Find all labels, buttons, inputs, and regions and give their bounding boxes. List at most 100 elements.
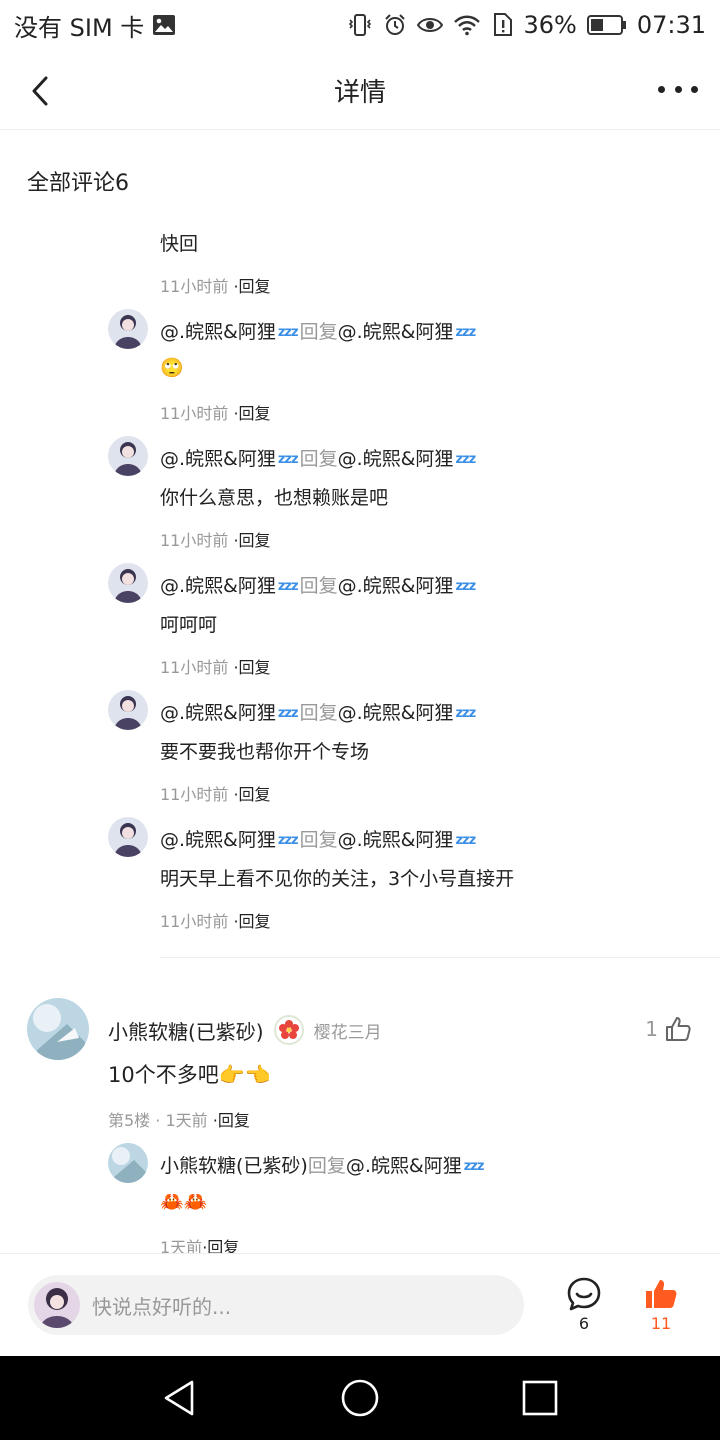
zz-icon: zzz: [455, 706, 476, 721]
avatar[interactable]: [108, 1143, 148, 1183]
reply-user[interactable]: @.皖熙&阿狸: [160, 575, 276, 597]
more-dot-icon: [691, 85, 698, 93]
comment-header: 小熊软糖(已紫砂) 樱花三月: [108, 1015, 382, 1045]
status-bar: 没有 SIM 卡 36% 07:31: [0, 0, 720, 50]
avatar[interactable]: [108, 563, 148, 603]
reply-time: 11小时前: [160, 277, 229, 296]
comment-list[interactable]: 全部评论6 快回 11小时前 ·回复 @.皖熙&阿狸 zzz 回复@.皖熙&阿狸 zz…: [0, 131, 720, 1253]
battery-icon: [586, 14, 627, 36]
recents-nav-button[interactable]: [520, 1378, 560, 1418]
reply-meta: 1天前·回复: [160, 1234, 239, 1253]
reply-user[interactable]: @.皖熙&阿狸: [160, 448, 276, 470]
avatar[interactable]: [108, 436, 148, 476]
reply-header: @.皖熙&阿狸 zzz 回复@.皖熙&阿狸 zzz: [160, 698, 477, 725]
zz-icon: zzz: [455, 579, 476, 594]
comment-time: 1天前: [165, 1111, 208, 1130]
comment-text: 10个不多吧👉👈: [108, 1063, 272, 1087]
zz-icon: zzz: [455, 325, 476, 340]
reply-time: 1天前: [160, 1238, 203, 1253]
reply-action[interactable]: ·回复: [213, 1111, 250, 1130]
reply-action[interactable]: ·回复: [202, 1238, 239, 1253]
reply-target[interactable]: @.皖熙&阿狸: [338, 448, 454, 470]
back-nav-button[interactable]: [160, 1378, 200, 1418]
vibrate-icon: [347, 13, 373, 37]
reply-time: 11小时前: [160, 531, 229, 550]
zz-icon: zzz: [277, 452, 299, 467]
reply-action[interactable]: ·回复: [233, 785, 270, 804]
comment-username[interactable]: 小熊软糖(已紫砂): [108, 1016, 264, 1045]
reply-time: 11小时前: [160, 404, 229, 423]
reply-item: @.皖熙&阿狸 zzz 回复@.皖熙&阿狸 zzz 你什么意思，也想赖账是吧 11小时…: [108, 434, 708, 554]
avatar[interactable]: [108, 817, 148, 857]
reply-target[interactable]: @.皖熙&阿狸: [338, 829, 454, 851]
alert-icon: [491, 13, 513, 37]
reply-action[interactable]: ·回复: [233, 531, 270, 550]
reply-target[interactable]: @.皖熙&阿狸: [346, 1155, 462, 1177]
comment-floor: 第5楼: [108, 1111, 151, 1130]
reply-item: @.皖熙&阿狸 zzz 回复@.皖熙&阿狸 zzz 明天早上看不见你的关注，3个小号直…: [108, 815, 708, 935]
comment-bubble-icon: [567, 1277, 601, 1311]
comment-meta: 第5楼 · 1天前 ·回复: [108, 1107, 250, 1131]
reply-action[interactable]: ·回复: [233, 658, 270, 677]
comments-button[interactable]: 6: [554, 1276, 614, 1336]
reply-item: @.皖熙&阿狸 zzz 回复@.皖熙&阿狸 zzz 🙄 11小时前 ·回复: [108, 307, 708, 427]
zz-icon: zzz: [455, 452, 476, 467]
system-nav-bar: [0, 1356, 720, 1440]
reply-item: 快回 11小时前 ·回复: [108, 227, 708, 307]
zz-icon: zzz: [277, 833, 299, 848]
reply-action[interactable]: ·回复: [233, 277, 270, 296]
reply-user[interactable]: 小熊软糖(已紫砂): [160, 1155, 308, 1177]
reply-user[interactable]: @.皖熙&阿狸: [160, 829, 276, 851]
eye-icon: [417, 14, 444, 36]
avatar: [34, 1282, 80, 1328]
thumb-up-filled-icon: [646, 1280, 677, 1308]
reply-text: 快回: [160, 233, 199, 255]
reply-user[interactable]: @.皖熙&阿狸: [160, 321, 276, 343]
reply-header: @.皖熙&阿狸 zzz 回复@.皖熙&阿狸 zzz: [160, 825, 477, 852]
avatar[interactable]: [27, 998, 89, 1060]
like-button[interactable]: 1: [645, 1015, 692, 1043]
reply-action[interactable]: ·回复: [233, 912, 270, 931]
section-title: 全部评论6: [27, 171, 129, 196]
reply-user[interactable]: @.皖熙&阿狸: [160, 702, 276, 724]
carrier-label: 没有 SIM 卡: [14, 13, 145, 42]
reply-word: 回复: [299, 829, 338, 851]
comment-input[interactable]: 快说点好听的...: [28, 1275, 524, 1335]
comment-placeholder: 快说点好听的...: [92, 1294, 232, 1319]
reply-item: 小熊软糖(已紫砂)回复@.皖熙&阿狸 zzz 🦀🦀 1天前·回复: [108, 1143, 708, 1253]
reply-header: @.皖熙&阿狸 zzz 回复@.皖熙&阿狸 zzz: [160, 444, 477, 471]
sakura-badge-icon: [273, 1015, 304, 1045]
reply-target[interactable]: @.皖熙&阿狸: [338, 702, 454, 724]
zz-icon: zzz: [463, 1159, 485, 1174]
like-count: 11: [650, 1314, 672, 1333]
reply-item: @.皖熙&阿狸 zzz 回复@.皖熙&阿狸 zzz 要不要我也帮你开个专场 11小时前…: [108, 688, 708, 808]
page-title: 详情: [333, 78, 386, 108]
reply-header: @.皖熙&阿狸 zzz 回复@.皖熙&阿狸 zzz: [160, 571, 477, 598]
comment-count: 6: [578, 1314, 590, 1333]
battery-percent: 36%: [523, 11, 577, 39]
reply-meta: 11小时前 ·回复: [160, 400, 271, 424]
reply-text: 🦀🦀: [160, 1191, 208, 1213]
reply-target[interactable]: @.皖熙&阿狸: [338, 575, 454, 597]
square-recents-icon: [522, 1380, 558, 1416]
avatar[interactable]: [108, 690, 148, 730]
reply-action[interactable]: ·回复: [233, 404, 270, 423]
reply-meta: 11小时前 ·回复: [160, 273, 271, 297]
like-post-button[interactable]: 11: [631, 1276, 691, 1336]
reply-word: 回复: [307, 1155, 346, 1177]
zz-icon: zzz: [277, 579, 299, 594]
home-nav-button[interactable]: [340, 1378, 380, 1418]
circle-home-icon: [341, 1379, 379, 1417]
reply-text: 呵呵呵: [160, 614, 218, 636]
avatar[interactable]: [108, 309, 148, 349]
back-button[interactable]: [22, 72, 62, 112]
reply-word: 回复: [299, 321, 338, 343]
reply-text: 要不要我也帮你开个专场: [160, 741, 370, 763]
reply-meta: 11小时前 ·回复: [160, 527, 271, 551]
reply-word: 回复: [299, 448, 338, 470]
wifi-icon: [453, 14, 481, 36]
reply-target[interactable]: @.皖熙&阿狸: [338, 321, 454, 343]
reply-text: 🙄: [160, 357, 184, 379]
more-button[interactable]: [658, 74, 698, 104]
chevron-left-icon: [32, 76, 48, 106]
